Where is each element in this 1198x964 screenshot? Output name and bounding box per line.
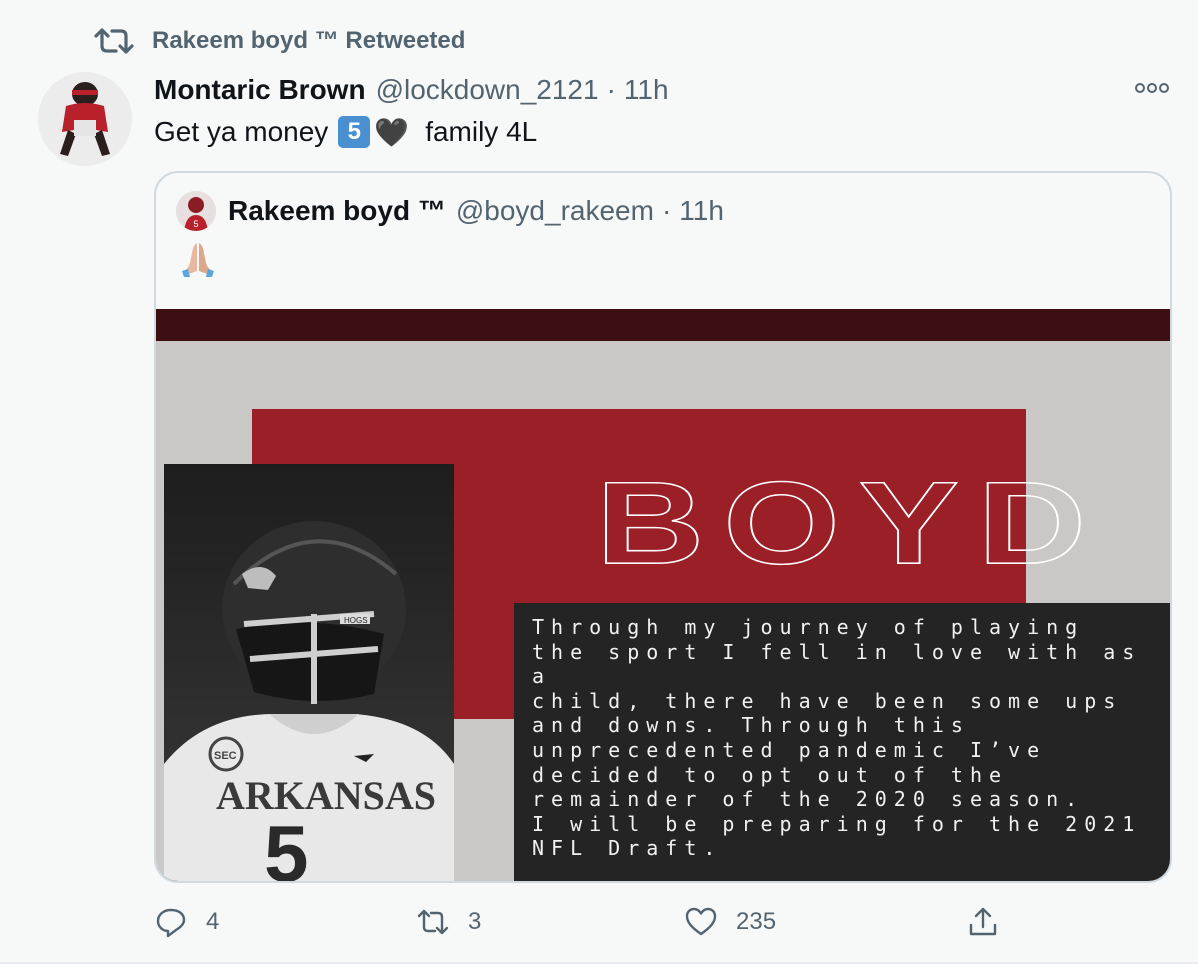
keycap-five-emoji: 5 <box>338 116 371 148</box>
tweet-media-image[interactable]: BOYD HOGS SEC ARKANSAS 5 Through my jour… <box>156 309 1170 881</box>
statement-panel: Through my journey of playing the sport … <box>514 603 1170 881</box>
retweet-banner-text[interactable]: Rakeem boyd ™ Retweeted <box>152 27 465 55</box>
svg-text:5: 5 <box>193 219 198 229</box>
retweet-count: 3 <box>468 908 482 935</box>
retweet-button[interactable]: 3 <box>416 900 481 944</box>
quoted-separator-dot: · <box>661 195 672 226</box>
boyd-headline-text: BOYD <box>596 457 1086 574</box>
more-options-button[interactable] <box>1132 74 1172 102</box>
tweet-actions: 4 3 235 <box>154 900 1014 944</box>
player-photo: HOGS SEC ARKANSAS 5 <box>164 464 454 881</box>
opt-out-statement: Through my journey of playing the sport … <box>532 615 1142 861</box>
share-icon <box>969 907 997 936</box>
heart-icon <box>685 907 717 936</box>
author-avatar[interactable] <box>38 72 132 166</box>
image-top-band <box>156 309 1170 341</box>
quoted-tweet[interactable]: 5 Rakeem boyd ™ @boyd_rakeem · 11h BOYD <box>154 171 1172 883</box>
more-options-icon <box>1135 83 1169 93</box>
reply-icon <box>156 908 186 938</box>
tweet-text-start: Get ya money <box>154 116 329 147</box>
reply-count: 4 <box>206 908 220 935</box>
tweet-header: Montaric Brown @lockdown_2121 · 11h <box>154 70 669 110</box>
share-button[interactable] <box>966 900 1018 944</box>
jersey-text: ARKANSAS <box>216 773 436 818</box>
quoted-tweet-timestamp: 11h <box>679 195 724 226</box>
like-button[interactable]: 235 <box>684 900 776 944</box>
quoted-author-avatar: 5 <box>176 191 216 231</box>
boyd-headline: BOYD <box>596 456 1087 574</box>
quoted-tweet-header: 5 Rakeem boyd ™ @boyd_rakeem · 11h <box>176 191 724 231</box>
black-heart-emoji: 🖤 <box>374 116 410 148</box>
reply-button[interactable]: 4 <box>154 900 219 944</box>
sec-patch-text: SEC <box>214 750 237 762</box>
tweet-text: Get ya money 5 🖤 family 4L <box>154 112 537 152</box>
helmet-logo-text: HOGS <box>344 616 368 625</box>
folded-hands-emoji <box>178 239 218 279</box>
quoted-author-handle: @boyd_rakeem <box>455 195 654 226</box>
retweet-icon <box>94 28 134 54</box>
author-name[interactable]: Montaric Brown <box>154 74 366 106</box>
jersey-number: 5 <box>264 809 309 881</box>
tweet-text-end: family 4L <box>425 116 538 147</box>
retweet-action-icon <box>417 909 449 935</box>
author-handle[interactable]: @lockdown_2121 <box>376 74 599 106</box>
tweet-card[interactable]: Rakeem boyd ™ Retweeted Montaric Brown @… <box>0 0 1198 964</box>
like-count: 235 <box>736 908 777 935</box>
separator-dot: · <box>606 74 616 105</box>
retweet-banner: Rakeem boyd ™ Retweeted <box>94 24 465 58</box>
quoted-author-name: Rakeem boyd ™ <box>228 195 446 226</box>
tweet-timestamp[interactable]: 11h <box>624 74 669 106</box>
